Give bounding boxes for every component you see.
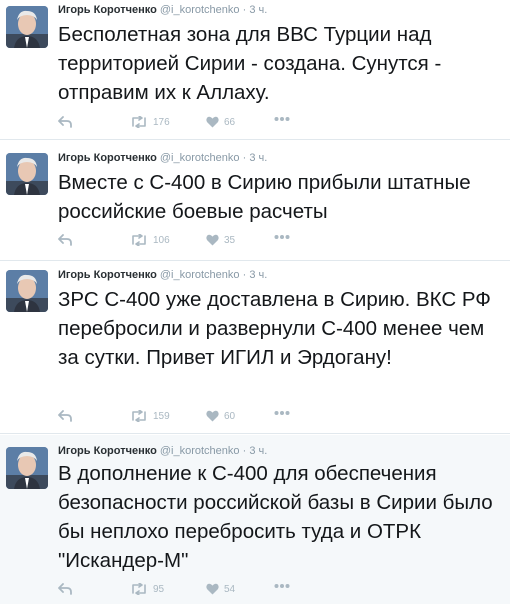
heart-icon	[206, 116, 219, 128]
tweet[interactable]: Игорь Коротченко @i_korotchenko · 3 ч. В…	[0, 141, 510, 261]
retweet-button[interactable]: 95	[130, 583, 164, 595]
avatar[interactable]	[6, 447, 48, 489]
retweet-count: 159	[153, 410, 170, 422]
reply-icon	[58, 410, 72, 422]
more-button[interactable]	[274, 410, 290, 416]
tweet-time[interactable]: 3 ч.	[249, 4, 267, 16]
retweet-button[interactable]: 176	[130, 116, 170, 128]
like-count: 35	[224, 234, 236, 246]
more-button[interactable]	[274, 116, 290, 122]
author-handle[interactable]: @i_korotchenko	[160, 152, 240, 164]
author-handle[interactable]: @i_korotchenko	[160, 4, 240, 16]
tweet-text: Вместе с С-400 в Сирию прибыли штатные р…	[58, 171, 471, 223]
like-count: 66	[224, 116, 236, 128]
reply-icon	[58, 583, 72, 595]
reply-button[interactable]	[58, 116, 72, 128]
like-count: 60	[224, 410, 236, 422]
reply-button[interactable]	[58, 234, 72, 246]
more-icon	[274, 117, 290, 121]
heart-icon	[206, 234, 219, 246]
author-name[interactable]: Игорь Коротченко	[58, 152, 157, 164]
tweet-text: Бесполетная зона для ВВС Турции над терр…	[58, 23, 442, 104]
more-button[interactable]	[274, 583, 290, 589]
retweet-count: 176	[153, 116, 170, 128]
tweet[interactable]: Игорь Коротченко @i_korotchenko · 3 ч. Б…	[0, 0, 510, 140]
tweet-header: Игорь Коротченко @i_korotchenko · 3 ч.	[58, 444, 267, 458]
author-handle[interactable]: @i_korotchenko	[160, 269, 240, 281]
separator-dot: ·	[242, 152, 247, 164]
author-name[interactable]: Игорь Коротченко	[58, 4, 157, 16]
tweet-time[interactable]: 3 ч.	[249, 152, 267, 164]
retweet-button[interactable]: 106	[130, 234, 170, 246]
reply-button[interactable]	[58, 410, 72, 422]
tweet[interactable]: Игорь Коротченко @i_korotchenko · 3 ч. В…	[0, 435, 510, 604]
tweet-text: В дополнение к С-400 для обеспечения без…	[58, 462, 493, 572]
more-icon	[274, 584, 290, 588]
retweet-icon	[132, 583, 146, 595]
retweet-icon	[132, 410, 146, 422]
tweet-time[interactable]: 3 ч.	[249, 445, 267, 457]
separator-dot: ·	[242, 269, 247, 281]
like-button[interactable]: 35	[206, 234, 235, 246]
author-name[interactable]: Игорь Коротченко	[58, 269, 157, 281]
like-button[interactable]: 66	[206, 116, 235, 128]
reply-icon	[58, 116, 72, 128]
heart-icon	[206, 410, 219, 422]
like-button[interactable]: 54	[206, 583, 235, 595]
separator-dot: ·	[242, 445, 247, 457]
tweet-text: ЗРС С-400 уже доставлена в Сирию. ВКС РФ…	[58, 288, 491, 369]
retweet-count: 95	[153, 583, 165, 595]
reply-button[interactable]	[58, 583, 72, 595]
retweet-button[interactable]: 159	[130, 410, 170, 422]
author-name[interactable]: Игорь Коротченко	[58, 445, 157, 457]
tweet-header: Игорь Коротченко @i_korotchenko · 3 ч.	[58, 268, 267, 282]
author-handle[interactable]: @i_korotchenko	[160, 445, 240, 457]
more-icon	[274, 235, 290, 239]
tweet-header: Игорь Коротченко @i_korotchenko · 3 ч.	[58, 151, 267, 165]
more-button[interactable]	[274, 234, 290, 240]
tweet-time[interactable]: 3 ч.	[249, 269, 267, 281]
like-count: 54	[224, 583, 236, 595]
tweet-header: Игорь Коротченко @i_korotchenko · 3 ч.	[58, 3, 267, 17]
separator-dot: ·	[242, 4, 247, 16]
avatar[interactable]	[6, 270, 48, 312]
tweet[interactable]: Игорь Коротченко @i_korotchenko · 3 ч. З…	[0, 262, 510, 434]
avatar[interactable]	[6, 6, 48, 48]
avatar[interactable]	[6, 153, 48, 195]
reply-icon	[58, 234, 72, 246]
retweet-icon	[132, 116, 146, 128]
like-button[interactable]: 60	[206, 410, 235, 422]
retweet-count: 106	[153, 234, 170, 246]
retweet-icon	[132, 234, 146, 246]
heart-icon	[206, 583, 219, 595]
more-icon	[274, 411, 290, 415]
